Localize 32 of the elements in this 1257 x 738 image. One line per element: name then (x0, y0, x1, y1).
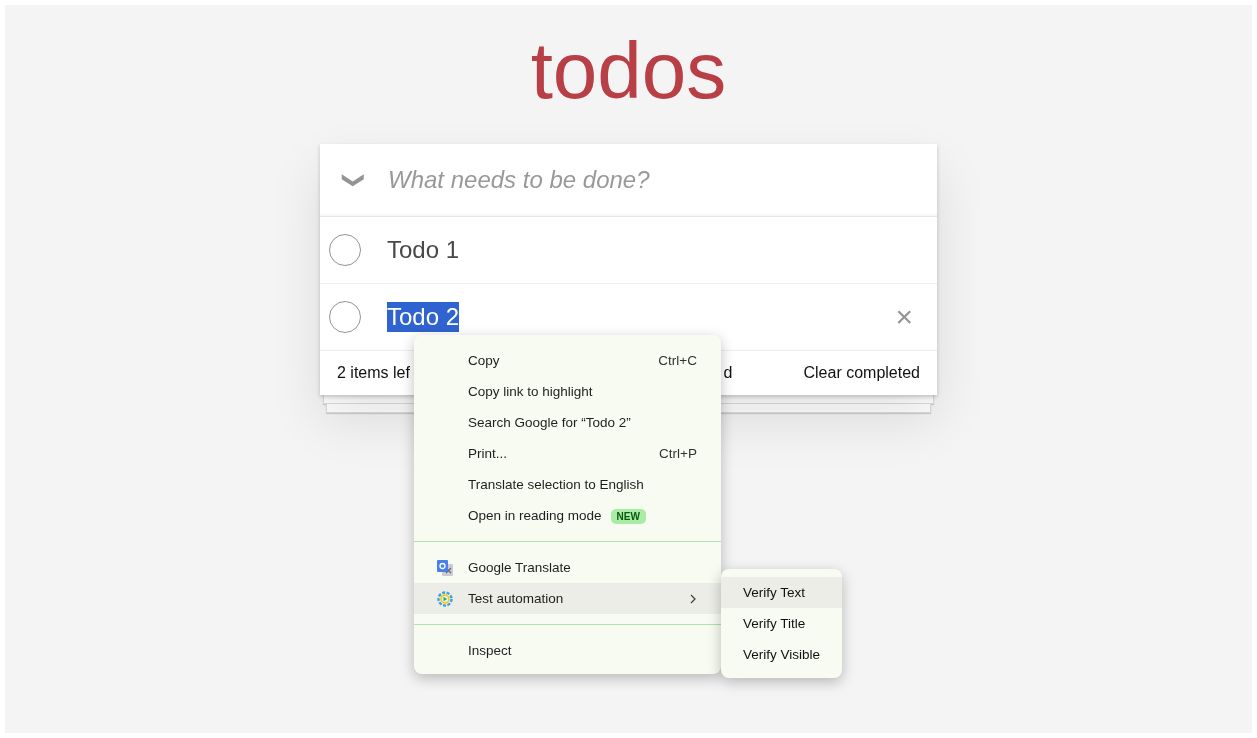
menu-item[interactable]: Copy Ctrl+C (414, 345, 721, 376)
translate-icon (436, 558, 454, 577)
menu-item-label: Google Translate (468, 560, 571, 575)
menu-item[interactable]: Search Google for “Todo 2” (414, 407, 721, 438)
gear-icon (436, 589, 454, 608)
menu-item-label: Copy link to highlight (468, 384, 593, 399)
clear-completed-button[interactable]: Clear completed (803, 364, 920, 382)
menu-item-label: Open in reading mode (468, 508, 602, 523)
shortcut-label: Ctrl+C (658, 353, 697, 368)
menu-item[interactable]: Test automation (414, 583, 721, 614)
menu-item-label: Search Google for “Todo 2” (468, 415, 631, 430)
new-badge: NEW (610, 509, 646, 524)
menu-item-label: Print... (468, 446, 507, 461)
menu-item[interactable]: Translate selection to English (414, 469, 721, 500)
items-left-count: 2 items lef (337, 364, 410, 382)
menu-item[interactable]: Open in reading mode NEW (414, 500, 721, 531)
menu-item-label: Copy (468, 353, 500, 368)
todo-label: Todo 1 (387, 235, 460, 265)
shortcut-label: Ctrl+P (659, 446, 697, 461)
menu-item[interactable]: Print... Ctrl+P (414, 438, 721, 469)
menu-item[interactable]: Google Translate (414, 552, 721, 583)
submenu-item[interactable]: Verify Title (721, 608, 842, 639)
filter-link[interactable]: d (723, 364, 733, 382)
todo-label: Todo 2 (387, 302, 460, 332)
submenu-item[interactable]: Verify Text (721, 577, 842, 608)
submenu-item[interactable]: Verify Visible (721, 639, 842, 670)
menu-item-label: Inspect (468, 643, 512, 658)
menu-item-label: Translate selection to English (468, 477, 644, 492)
menu-item[interactable]: Copy link to highlight (414, 376, 721, 407)
menu-item-label: Test automation (468, 591, 564, 606)
app-title: todos (530, 31, 727, 111)
menu-item[interactable]: Inspect (414, 635, 721, 666)
